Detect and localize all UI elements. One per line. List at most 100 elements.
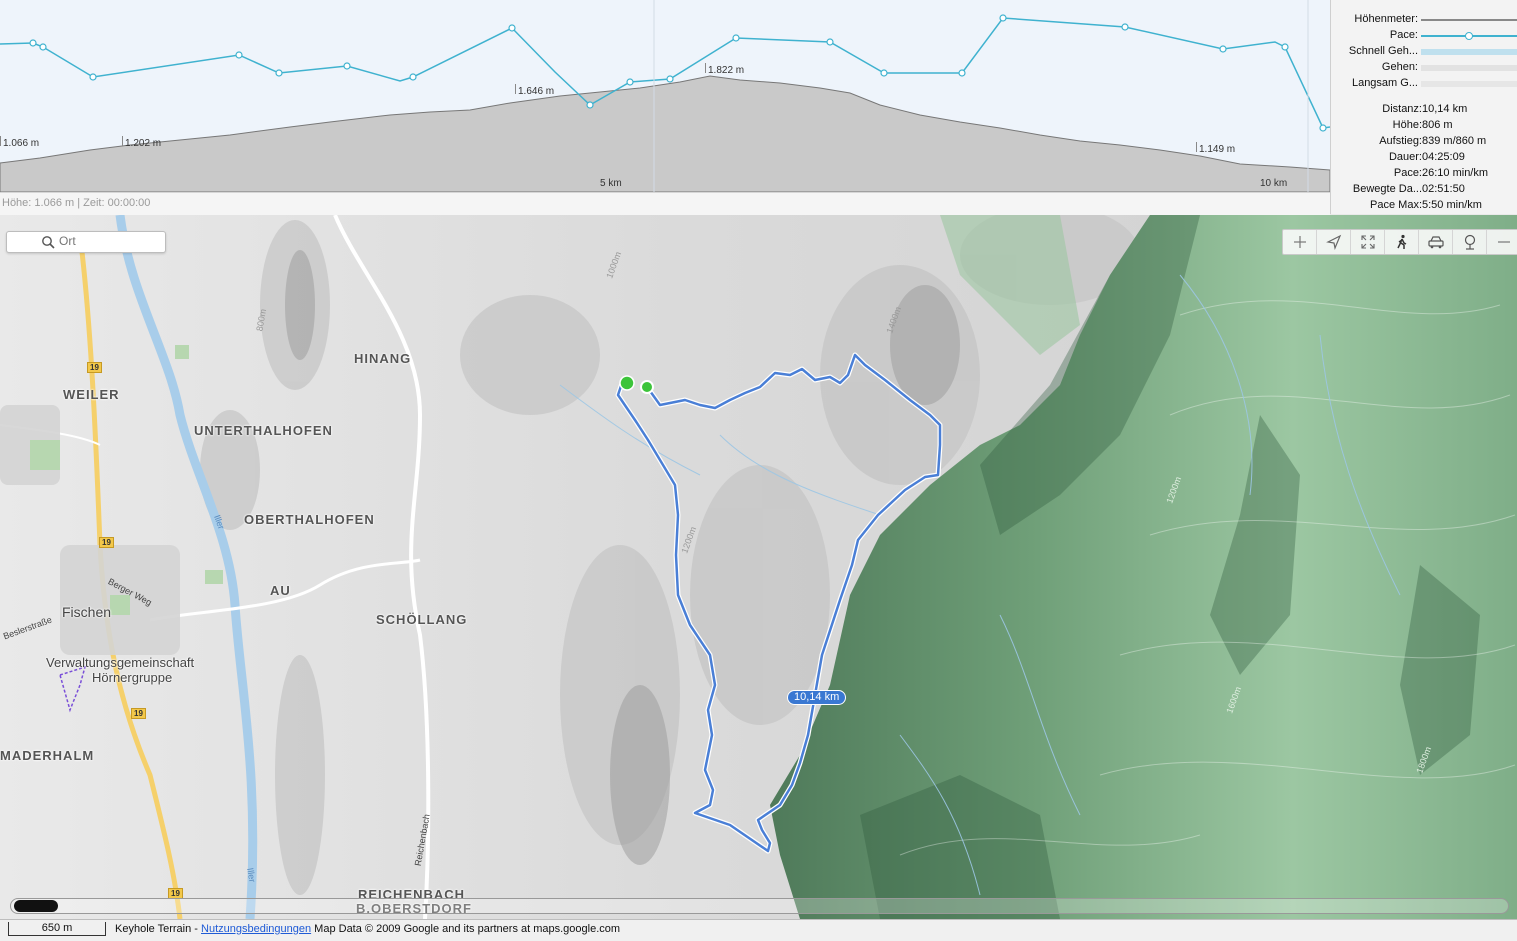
road-shield: 19	[131, 708, 146, 719]
place-label: SCHÖLLANG	[376, 612, 468, 627]
road-shield: 19	[87, 362, 102, 373]
legend-label: Pace:	[1389, 29, 1418, 41]
pace-point	[1121, 23, 1129, 31]
elevation-label: 1.066 m	[0, 136, 39, 149]
car-icon	[1427, 236, 1444, 249]
zoom-out-icon	[1497, 241, 1510, 243]
pace-point	[89, 73, 97, 81]
stat-duration: Dauer: 04:25:09	[1331, 151, 1517, 166]
pace-point	[732, 34, 740, 42]
stat-key: Pace:	[1393, 167, 1422, 179]
pace-point	[508, 24, 516, 32]
legend-dot-icon	[1465, 32, 1473, 40]
legend-item-fast-walk[interactable]: Schnell Geh...	[1331, 45, 1517, 59]
x-tick-label: 10 km	[1260, 178, 1288, 189]
pace-point	[235, 51, 243, 59]
elevation-area	[0, 75, 1330, 192]
legend-swatch-lightgray-band	[1421, 65, 1517, 71]
legend-item-slow-walk[interactable]: Langsam G...	[1331, 77, 1517, 91]
pace-point	[29, 39, 37, 47]
profile-graph	[0, 0, 1330, 192]
terrain-map[interactable]: HINANG WEILER UNTERTHALHOFEN OBERTHALHOF…	[0, 215, 1517, 919]
map-scale-bar: 650 m	[8, 922, 106, 936]
zoom-in-icon	[1293, 236, 1306, 248]
stat-key: Dauer:	[1388, 151, 1422, 163]
place-label: OBERTHALHOFEN	[244, 512, 375, 527]
legend-swatch-gray-line	[1421, 19, 1517, 21]
search-input[interactable]	[59, 233, 159, 249]
map-canvas	[0, 215, 1517, 919]
elevation-label: 1.202 m	[122, 136, 161, 149]
pace-point	[39, 43, 47, 51]
zoom-out-button[interactable]	[1487, 230, 1517, 254]
route-distance-badge: 10,14 km	[787, 690, 847, 705]
stat-key: Aufstieg:	[1379, 135, 1422, 147]
town-label: Fischen	[62, 604, 112, 620]
satellite-view-button[interactable]	[1453, 230, 1487, 254]
stat-key: Pace Max:	[1370, 199, 1422, 211]
stat-moving-time: Bewegte Da... 02:51:50	[1331, 183, 1517, 198]
pace-point	[958, 69, 966, 77]
scale-label: 650 m	[41, 922, 73, 934]
fullscreen-icon	[1360, 235, 1375, 249]
legend-item-elevation[interactable]: Höhenmeter:	[1331, 13, 1517, 27]
pace-point	[880, 69, 888, 77]
walking-icon	[1396, 234, 1406, 249]
fullscreen-button[interactable]	[1351, 230, 1385, 254]
pace-point	[666, 75, 674, 83]
locate-button[interactable]	[1317, 230, 1351, 254]
map-credit: Keyhole Terrain - Nutzungsbedingungen Ma…	[115, 923, 620, 935]
start-marker-icon[interactable]	[619, 375, 635, 391]
stat-value: 839 m/860 m	[1422, 135, 1487, 147]
legend-label: Schnell Geh...	[1348, 45, 1418, 57]
zoom-in-button[interactable]	[1283, 230, 1317, 254]
track-time-slider[interactable]	[10, 898, 1509, 914]
track-info-panel: Höhenmeter: Pace: Schnell Geh... Gehen: …	[1330, 0, 1517, 214]
stat-value: 10,14 km	[1422, 103, 1468, 115]
pace-point	[343, 62, 351, 70]
terms-link[interactable]: Nutzungsbedingungen	[201, 923, 311, 935]
place-label: WEILER	[63, 387, 120, 402]
car-mode-button[interactable]	[1419, 230, 1453, 254]
stat-pace-max: Pace Max: 5:50 min/km	[1331, 199, 1517, 214]
stat-value: 26:10 min/km	[1422, 167, 1489, 179]
stat-value: 806 m	[1422, 119, 1453, 131]
map-footer: 650 m Keyhole Terrain - Nutzungsbedingun…	[0, 919, 1517, 941]
elevation-label: 1.822 m	[705, 63, 744, 76]
road-shield: 19	[99, 537, 114, 548]
search-icon	[42, 236, 55, 249]
pace-point	[999, 14, 1007, 22]
end-marker-icon[interactable]	[640, 380, 654, 394]
pace-point	[1219, 45, 1227, 53]
legend-item-pace[interactable]: Pace:	[1331, 29, 1517, 43]
pace-point	[626, 78, 634, 86]
stat-key: Distanz:	[1382, 103, 1422, 115]
profile-status-text: Höhe: 1.066 m | Zeit: 00:00:00	[2, 197, 151, 209]
credit-prefix: Keyhole Terrain -	[115, 923, 202, 935]
elevation-profile-chart[interactable]: 1.066 m 1.202 m 1.646 m 1.822 m 1.149 m …	[0, 0, 1330, 192]
pace-point	[275, 69, 283, 77]
town-label: Verwaltungsgemeinschaft	[46, 655, 195, 670]
pace-point	[826, 38, 834, 46]
stat-value: 5:50 min/km	[1422, 199, 1482, 211]
slider-thumb[interactable]	[14, 900, 58, 912]
map-toolbar	[1282, 229, 1517, 255]
legend-item-walk[interactable]: Gehen:	[1331, 61, 1517, 75]
pace-point	[409, 73, 417, 81]
stat-key: Bewegte Da...	[1352, 183, 1422, 195]
credit-suffix: Map Data © 2009 Google and its partners …	[311, 923, 621, 935]
legend-label: Höhenmeter:	[1354, 13, 1418, 25]
location-search-box[interactable]	[6, 231, 166, 253]
profile-status-bar: Höhe: 1.066 m | Zeit: 00:00:00	[0, 192, 1330, 215]
place-label: AU	[270, 583, 291, 598]
walking-mode-button[interactable]	[1385, 230, 1419, 254]
x-tick-label: 5 km	[600, 178, 622, 189]
elevation-label: 1.149 m	[1196, 142, 1235, 155]
location-arrow-icon	[1325, 234, 1341, 250]
pace-point	[586, 101, 594, 109]
legend-swatch-lightblue-band	[1421, 49, 1517, 55]
legend-label: Langsam G...	[1351, 77, 1418, 89]
place-label: MADERHALM	[0, 748, 95, 763]
elevation-label: 1.646 m	[515, 84, 554, 97]
legend-label: Gehen:	[1381, 61, 1418, 73]
